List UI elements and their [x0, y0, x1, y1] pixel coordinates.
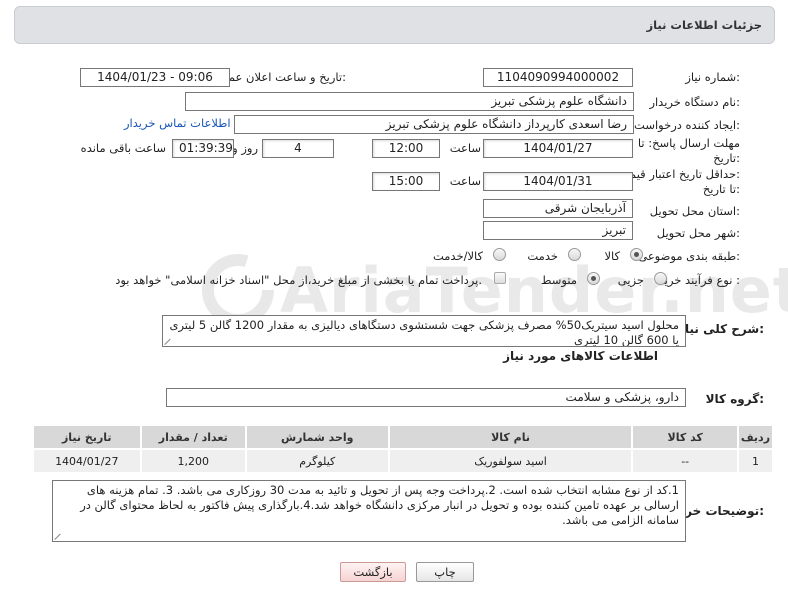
summary-label: شرح کلی نیاز:	[678, 322, 764, 336]
buyer-org-label: نام دستگاه خریدار:	[649, 95, 740, 109]
deadline-time-label: ساعت	[449, 141, 481, 155]
need-number-field: 1104090994000002	[483, 68, 633, 87]
process-medium-radio[interactable]	[587, 272, 600, 285]
min-price-time-label: ساعت	[449, 174, 481, 188]
city-field: تبریز	[483, 221, 633, 240]
creator-field: رضا اسعدی کارپرداز دانشگاه علوم پزشکی تب…	[234, 115, 634, 134]
creator-label: ایجاد کننده درخواست:	[634, 118, 740, 132]
province-label: استان محل تحویل:	[649, 204, 740, 218]
notes-textarea: 1.کد از نوع مشابه انتخاب شده است. 2.پردا…	[52, 480, 686, 542]
col-row: ردیف	[736, 424, 775, 450]
table-row: 1 -- اسید سولفوریک کیلوگرم 1,200 1404/01…	[32, 448, 775, 474]
buyer-contact-link[interactable]: اطلاعات تماس خریدار	[124, 116, 231, 130]
cell-code: --	[631, 448, 739, 474]
print-button[interactable]: چاپ	[416, 562, 474, 582]
goods-table: ردیف کد کالا نام کالا واحد شمارش تعداد /…	[32, 424, 775, 474]
category-service-radio[interactable]	[568, 248, 581, 261]
category-label: طبقه بندی موضوعی:	[638, 249, 740, 263]
min-price-label: حداقل تاریخ اعتبار قیمت:	[618, 167, 740, 181]
summary-text: محلول اسید سیتریک50% مصرف پزشکی جهت شستش…	[169, 318, 679, 347]
process-medium-label: متوسط	[540, 273, 577, 287]
min-price-time-field: 15:00	[372, 172, 440, 191]
header-panel: جزئیات اطلاعات نیاز	[14, 6, 775, 44]
days-label: روز و	[232, 141, 258, 155]
category-goods-service-label: کالا/خدمت	[432, 249, 483, 263]
deadline-label-date: تاریخ:	[713, 151, 740, 165]
province-field: آذربایجان شرقی	[483, 199, 633, 218]
cell-name: اسید سولفوریک	[387, 448, 634, 474]
resize-handle-icon[interactable]	[55, 532, 63, 540]
category-goods-radio[interactable]	[630, 248, 643, 261]
process-minor-radio[interactable]	[654, 272, 667, 285]
back-button[interactable]: بازگشت	[340, 562, 406, 582]
resize-handle-icon[interactable]	[165, 337, 173, 345]
deadline-date-field: 1404/01/27	[483, 139, 633, 158]
process-label: نوع فرآیند خرید :	[658, 273, 740, 287]
table-header-row: ردیف کد کالا نام کالا واحد شمارش تعداد /…	[32, 424, 775, 450]
summary-textarea: محلول اسید سیتریک50% مصرف پزشکی جهت شستش…	[162, 315, 686, 347]
cell-date: 1404/01/27	[32, 448, 142, 474]
need-number-label: شماره نیاز:	[685, 70, 740, 84]
page-title: جزئیات اطلاعات نیاز	[646, 18, 762, 32]
remaining-time-label: ساعت باقی مانده	[80, 141, 166, 155]
process-minor-label: جزیی	[617, 273, 644, 287]
col-unit: واحد شمارش	[244, 424, 390, 450]
cell-qty: 1,200	[139, 448, 247, 474]
days-remaining-field: 4	[262, 139, 334, 158]
goods-group-field: دارو، پزشکی و سلامت	[166, 388, 686, 407]
treasury-payment-note: پرداخت تمام یا بخشی از مبلغ خرید،از محل …	[115, 273, 482, 287]
col-qty: تعداد / مقدار	[139, 424, 247, 450]
treasury-payment-checkbox[interactable]	[494, 272, 506, 284]
min-price-label-date: تا تاریخ:	[702, 182, 740, 196]
col-date: تاریخ نیاز	[32, 424, 142, 450]
city-label: شهر محل تحویل:	[656, 226, 740, 240]
announce-datetime-field: 1404/01/23 - 09:06	[80, 68, 230, 87]
category-goods-service-radio[interactable]	[493, 248, 506, 261]
goods-section-title: اطلاعات کالاهای مورد نیاز	[503, 349, 658, 363]
col-name: نام کالا	[387, 424, 634, 450]
category-service-label: خدمت	[527, 249, 558, 263]
col-code: کد کالا	[631, 424, 739, 450]
cell-row: 1	[736, 448, 775, 474]
goods-group-label: گروه کالا:	[705, 392, 764, 406]
cell-unit: کیلوگرم	[244, 448, 390, 474]
min-price-date-field: 1404/01/31	[483, 172, 633, 191]
buyer-org-field: دانشگاه علوم پزشکی تبریز	[185, 92, 634, 111]
deadline-label: مهلت ارسال پاسخ: تا	[637, 136, 740, 150]
notes-text: 1.کد از نوع مشابه انتخاب شده است. 2.پردا…	[80, 483, 679, 527]
deadline-time-field: 12:00	[372, 139, 440, 158]
category-goods-label: کالا	[604, 249, 620, 263]
remaining-time-field: 01:39:39	[172, 139, 234, 158]
